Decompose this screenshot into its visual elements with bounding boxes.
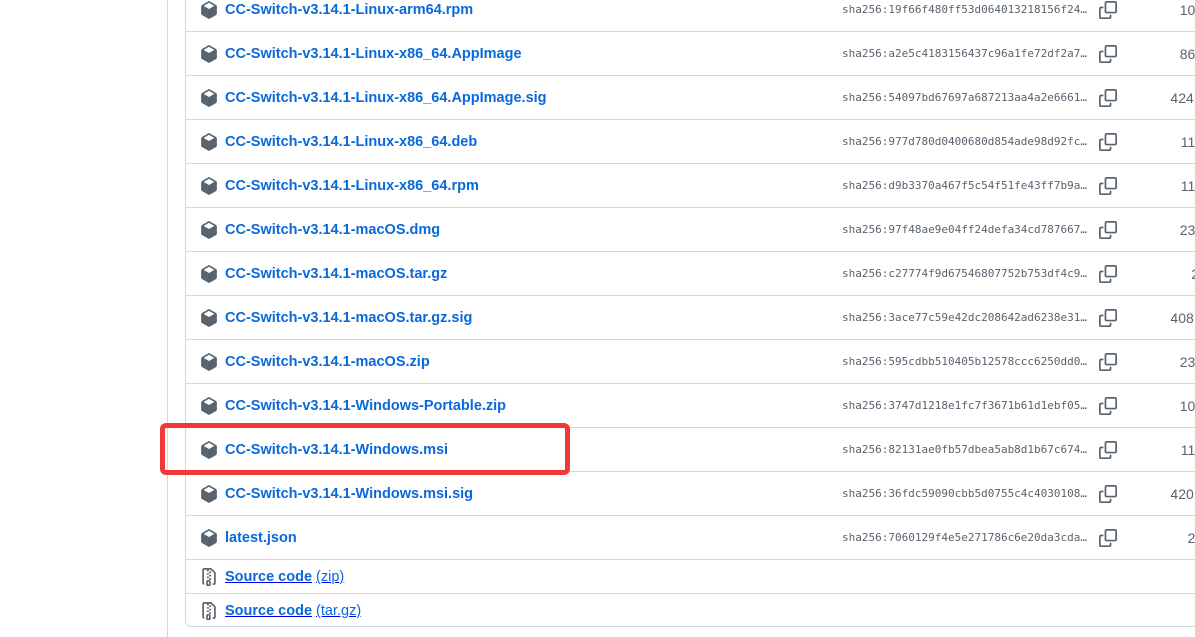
source-code-link[interactable]: Source code (zip) bbox=[225, 560, 344, 594]
asset-row: CC-Switch-v3.14.1-Linux-arm64.rpm sha256… bbox=[185, 0, 1195, 32]
package-icon bbox=[201, 89, 217, 107]
asset-sha256: sha256:595cdbb510405b12578ccc6250dd0… bbox=[842, 355, 1088, 368]
asset-download-link[interactable]: latest.json bbox=[225, 516, 297, 560]
asset-download-link[interactable]: CC-Switch-v3.14.1-macOS.tar.gz bbox=[225, 252, 447, 296]
asset-row: CC-Switch-v3.14.1-macOS.tar.gz.sig sha25… bbox=[185, 296, 1195, 340]
source-code-label: Source code bbox=[225, 569, 313, 585]
asset-size: 24 bbox=[1157, 252, 1195, 296]
package-icon bbox=[201, 529, 217, 547]
copy-icon[interactable] bbox=[1099, 353, 1117, 371]
asset-download-link[interactable]: CC-Switch-v3.14.1-Windows-Portable.zip bbox=[225, 384, 506, 428]
source-code-link[interactable]: Source code (tar.gz) bbox=[225, 594, 361, 628]
asset-size: 408 B bbox=[1170, 310, 1195, 326]
asset-size: 23.4 bbox=[1179, 222, 1195, 238]
package-icon bbox=[201, 265, 217, 283]
copy-icon[interactable] bbox=[1099, 529, 1117, 547]
copy-icon[interactable] bbox=[1099, 89, 1117, 107]
copy-icon[interactable] bbox=[1099, 221, 1117, 239]
file-zip-icon bbox=[202, 602, 216, 620]
asset-row: CC-Switch-v3.14.1-Linux-x86_64.AppImage.… bbox=[185, 76, 1195, 120]
package-icon bbox=[201, 221, 217, 239]
asset-sha256: sha256:977d780d0400680d854ade98d92fc… bbox=[842, 135, 1088, 148]
asset-sha256: sha256:97f48ae9e04ff24defa34cd787667… bbox=[842, 223, 1088, 236]
copy-icon[interactable] bbox=[1099, 397, 1117, 415]
asset-sha256: sha256:c27774f9d67546807752b753df4c9… bbox=[842, 267, 1088, 280]
asset-size: 420 B bbox=[1170, 486, 1195, 502]
asset-size: 10.9 bbox=[1179, 398, 1195, 414]
copy-icon[interactable] bbox=[1099, 441, 1117, 459]
source-code-format: (zip) bbox=[316, 569, 345, 585]
asset-size: 2.8 bbox=[1187, 530, 1195, 546]
asset-sha256: sha256:82131ae0fb57dbea5ab8d1b67c674… bbox=[842, 443, 1088, 456]
asset-row: CC-Switch-v3.14.1-macOS.zip sha256:595cd… bbox=[185, 340, 1195, 384]
package-icon bbox=[201, 1, 217, 19]
asset-row: CC-Switch-v3.14.1-Linux-x86_64.rpm sha25… bbox=[185, 164, 1195, 208]
asset-download-link[interactable]: CC-Switch-v3.14.1-macOS.tar.gz.sig bbox=[225, 296, 472, 340]
copy-icon[interactable] bbox=[1099, 133, 1117, 151]
asset-row: CC-Switch-v3.14.1-Windows.msi sha256:821… bbox=[185, 428, 1195, 472]
asset-size: 11.3 bbox=[1180, 178, 1195, 194]
asset-row: CC-Switch-v3.14.1-macOS.tar.gz sha256:c2… bbox=[185, 252, 1195, 296]
copy-icon[interactable] bbox=[1099, 177, 1117, 195]
asset-download-link[interactable]: CC-Switch-v3.14.1-Linux-arm64.rpm bbox=[225, 0, 473, 32]
asset-list: CC-Switch-v3.14.1-Linux-arm64.rpm sha256… bbox=[185, 0, 1195, 628]
left-sidebar bbox=[0, 0, 168, 637]
asset-download-link[interactable]: CC-Switch-v3.14.1-macOS.dmg bbox=[225, 208, 440, 252]
asset-size: 86.5 bbox=[1179, 46, 1195, 62]
package-icon bbox=[201, 353, 217, 371]
package-icon bbox=[201, 133, 217, 151]
asset-sha256: sha256:19f66f480ff53d064013218156f24… bbox=[842, 3, 1088, 16]
source-code-format: (tar.gz) bbox=[316, 603, 362, 619]
package-icon bbox=[201, 309, 217, 327]
package-icon bbox=[201, 177, 217, 195]
copy-icon[interactable] bbox=[1099, 265, 1117, 283]
copy-icon[interactable] bbox=[1099, 45, 1117, 63]
asset-download-link[interactable]: CC-Switch-v3.14.1-Linux-x86_64.AppImage.… bbox=[225, 76, 547, 120]
asset-sha256: sha256:54097bd67697a687213aa4a2e6661… bbox=[842, 91, 1088, 104]
package-icon bbox=[201, 485, 217, 503]
package-icon bbox=[201, 45, 217, 63]
asset-sha256: sha256:3ace77c59e42dc208642ad6238e31… bbox=[842, 311, 1088, 324]
copy-icon[interactable] bbox=[1099, 1, 1117, 19]
asset-download-link[interactable]: CC-Switch-v3.14.1-Windows.msi bbox=[225, 428, 448, 472]
copy-icon[interactable] bbox=[1099, 309, 1117, 327]
asset-sha256: sha256:3747d1218e1fc7f3671b61d1ebf05… bbox=[842, 399, 1088, 412]
asset-sha256: sha256:7060129f4e5e271786c6e20da3cda… bbox=[842, 531, 1088, 544]
asset-sha256: sha256:36fdc59090cbb5d0755c4c4030108… bbox=[842, 487, 1088, 500]
asset-row: latest.json sha256:7060129f4e5e271786c6e… bbox=[185, 516, 1195, 560]
asset-download-link[interactable]: CC-Switch-v3.14.1-Linux-x86_64.AppImage bbox=[225, 32, 522, 76]
asset-download-link[interactable]: CC-Switch-v3.14.1-Linux-x86_64.rpm bbox=[225, 164, 479, 208]
source-code-label: Source code bbox=[225, 603, 313, 619]
source-row: Source code (tar.gz) bbox=[185, 594, 1195, 628]
file-zip-icon bbox=[202, 568, 216, 586]
asset-download-link[interactable]: CC-Switch-v3.14.1-macOS.zip bbox=[225, 340, 430, 384]
package-icon bbox=[201, 397, 217, 415]
asset-row: CC-Switch-v3.14.1-Linux-x86_64.AppImage … bbox=[185, 32, 1195, 76]
asset-row: CC-Switch-v3.14.1-Windows.msi.sig sha256… bbox=[185, 472, 1195, 516]
asset-size: 23.4 bbox=[1179, 354, 1195, 370]
asset-sha256: sha256:a2e5c4183156437c96a1fe72df2a7… bbox=[842, 47, 1088, 60]
copy-icon[interactable] bbox=[1099, 485, 1117, 503]
asset-row: CC-Switch-v3.14.1-Linux-x86_64.deb sha25… bbox=[185, 120, 1195, 164]
asset-size: 11.3 bbox=[1180, 134, 1195, 150]
asset-download-link[interactable]: CC-Switch-v3.14.1-Windows.msi.sig bbox=[225, 472, 473, 516]
asset-row: CC-Switch-v3.14.1-Windows-Portable.zip s… bbox=[185, 384, 1195, 428]
asset-size: 10.9 bbox=[1179, 2, 1195, 18]
asset-download-link[interactable]: CC-Switch-v3.14.1-Linux-x86_64.deb bbox=[225, 120, 477, 164]
asset-sha256: sha256:d9b3370a467f5c54f51fe43ff7b9a… bbox=[842, 179, 1088, 192]
package-icon bbox=[201, 441, 217, 459]
asset-row: CC-Switch-v3.14.1-macOS.dmg sha256:97f48… bbox=[185, 208, 1195, 252]
asset-size: 424 B bbox=[1170, 90, 1195, 106]
asset-size: 11.2 bbox=[1180, 442, 1195, 458]
source-row: Source code (zip) bbox=[185, 560, 1195, 594]
